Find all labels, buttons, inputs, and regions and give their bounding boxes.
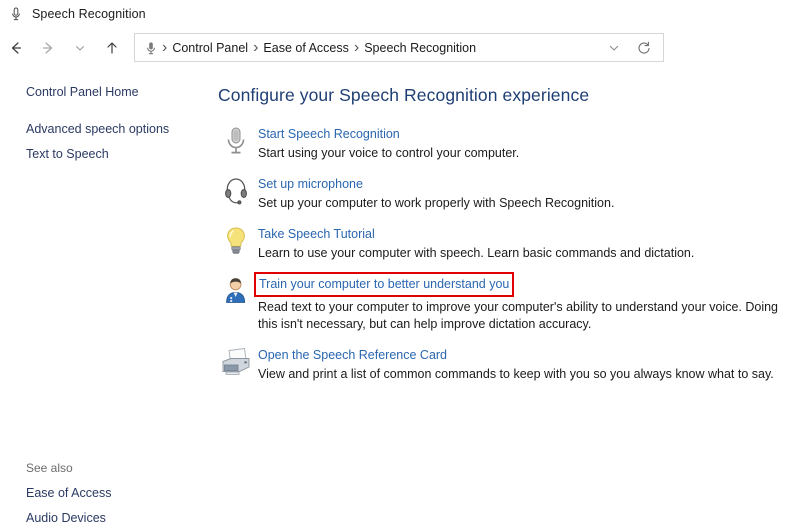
task-description: Learn to use your computer with speech. … [258, 245, 788, 262]
see-also-item-audio-devices[interactable]: Audio Devices [26, 510, 206, 526]
microphone-icon [218, 125, 254, 156]
back-button[interactable] [0, 33, 32, 63]
page-title: Configure your Speech Recognition experi… [218, 84, 788, 106]
link-start-speech-recognition[interactable]: Start Speech Recognition [258, 126, 400, 143]
link-set-up-microphone[interactable]: Set up microphone [258, 176, 363, 193]
sidebar-item-text-to-speech[interactable]: Text to Speech [26, 146, 206, 162]
task-body: Train your computer to better understand… [254, 275, 788, 333]
headset-icon [218, 175, 254, 206]
task-body: Open the Speech Reference Card View and … [254, 346, 788, 383]
up-button[interactable] [96, 33, 128, 63]
breadcrumb-separator-2: › [353, 39, 360, 57]
breadcrumb-item-ease-of-access[interactable]: Ease of Access [259, 39, 352, 57]
see-also-title: See also [26, 460, 206, 476]
task-description: View and print a list of common commands… [258, 366, 788, 383]
see-also-item-ease-of-access[interactable]: Ease of Access [26, 485, 206, 501]
sidebar-spacer [26, 102, 206, 121]
breadcrumb-separator-0: › [161, 39, 168, 57]
task-description: Set up your computer to work properly wi… [258, 195, 788, 212]
link-take-speech-tutorial[interactable]: Take Speech Tutorial [258, 226, 375, 243]
breadcrumb-separator-1: › [252, 39, 259, 57]
see-also-section: See also Ease of Access Audio Devices [26, 460, 206, 530]
address-bar[interactable]: › Control Panel › Ease of Access › Speec… [134, 33, 664, 62]
link-train-your-computer[interactable]: Train your computer to better understand… [258, 276, 510, 293]
window-title: Speech Recognition [32, 7, 146, 21]
lightbulb-icon [218, 225, 254, 256]
refresh-icon[interactable] [629, 34, 659, 61]
control-panel-window: Speech Recognition [0, 0, 800, 530]
task-item: Take Speech Tutorial Learn to use your c… [218, 225, 788, 262]
task-body: Start Speech Recognition Start using you… [254, 125, 788, 162]
task-body: Take Speech Tutorial Learn to use your c… [254, 225, 788, 262]
title-bar: Speech Recognition [0, 0, 800, 28]
breadcrumb: › Control Panel › Ease of Access › Speec… [161, 39, 599, 57]
sidebar-item-control-panel-home[interactable]: Control Panel Home [26, 84, 206, 100]
printer-icon [218, 346, 254, 377]
main-content: Configure your Speech Recognition experi… [218, 84, 788, 396]
sidebar-item-advanced-speech-options[interactable]: Advanced speech options [26, 121, 206, 137]
microphone-icon [143, 40, 159, 56]
address-bar-controls [599, 34, 659, 61]
task-item: Set up microphone Set up your computer t… [218, 175, 788, 212]
chevron-down-icon[interactable] [599, 34, 629, 61]
task-item-highlighted: Train your computer to better understand… [218, 275, 788, 333]
task-item: Open the Speech Reference Card View and … [218, 346, 788, 383]
sidebar: Control Panel Home Advanced speech optio… [26, 84, 206, 164]
breadcrumb-item-speech-recognition[interactable]: Speech Recognition [360, 39, 480, 57]
task-description: Read text to your computer to improve yo… [258, 299, 788, 333]
task-description: Start using your voice to control your c… [258, 145, 788, 162]
task-item: Start Speech Recognition Start using you… [218, 125, 788, 162]
microphone-icon [8, 6, 24, 22]
forward-button[interactable] [32, 33, 64, 63]
person-speaking-icon [218, 275, 254, 306]
recent-locations-button[interactable] [64, 33, 96, 63]
task-body: Set up microphone Set up your computer t… [254, 175, 788, 212]
breadcrumb-item-control-panel[interactable]: Control Panel [168, 39, 252, 57]
link-open-speech-reference-card[interactable]: Open the Speech Reference Card [258, 347, 447, 364]
